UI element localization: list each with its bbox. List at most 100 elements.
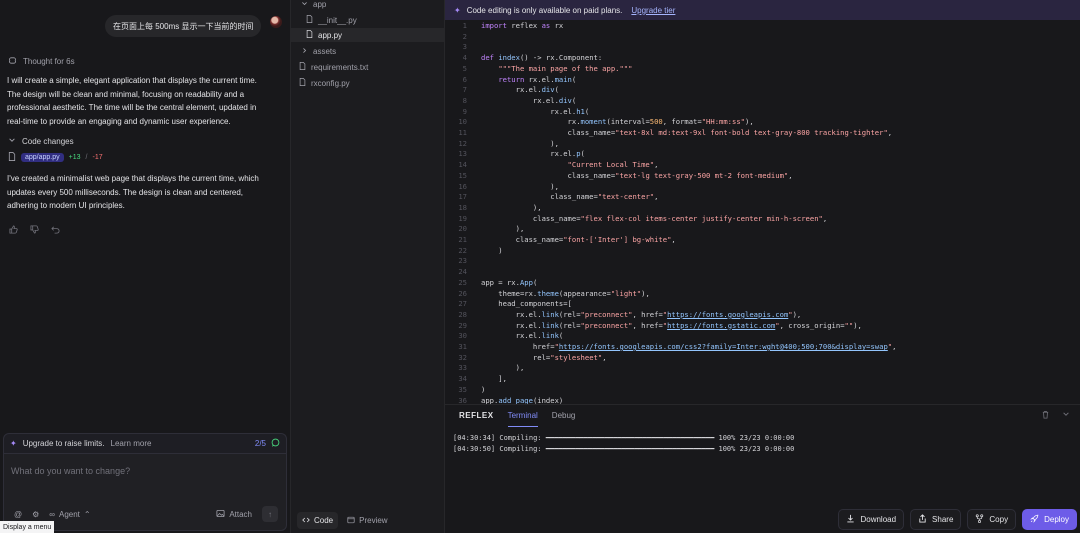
at-mention-icon[interactable]: @ bbox=[14, 510, 22, 519]
prompt-input-box[interactable]: What do you want to change? @ ⚙ ∞ Agent … bbox=[3, 453, 287, 531]
code-line[interactable]: 18 ), bbox=[445, 203, 1080, 214]
code-line[interactable]: 3 bbox=[445, 42, 1080, 53]
code-line[interactable]: 36 app.add_page(index) bbox=[445, 396, 1080, 405]
line-number: 4 bbox=[462, 53, 467, 63]
tree-item-rxconfig[interactable]: rxconfig.py bbox=[291, 76, 444, 90]
code-line[interactable]: 1 import reflex as rx bbox=[445, 21, 1080, 32]
tab-code[interactable]: Code bbox=[297, 512, 339, 529]
line-number: 7 bbox=[462, 85, 467, 95]
line-number: 10 bbox=[458, 117, 467, 127]
line-number: 34 bbox=[458, 374, 467, 384]
user-message: 在页面上每 500ms 显示一下当前的时间 bbox=[105, 15, 262, 37]
code-text: app = rx.App( bbox=[481, 277, 538, 287]
code-line[interactable]: 13 rx.el.p( bbox=[445, 149, 1080, 160]
assistant-summary: I've created a minimalist web page that … bbox=[7, 174, 259, 210]
code-line[interactable]: 19 class_name="flex flex-col items-cente… bbox=[445, 214, 1080, 225]
code-line[interactable]: 5 """The main page of the app.""" bbox=[445, 64, 1080, 75]
code-line[interactable]: 34 ], bbox=[445, 374, 1080, 385]
agent-label: Agent bbox=[59, 509, 80, 519]
code-text: class_name="font-['Inter'] bg-white", bbox=[481, 235, 676, 244]
line-number: 14 bbox=[458, 160, 467, 170]
copy-button[interactable]: Copy bbox=[967, 509, 1017, 530]
code-line[interactable]: 31 href="https://fonts.googleapis.com/cs… bbox=[445, 342, 1080, 353]
code-line[interactable]: 27 head_components=[ bbox=[445, 299, 1080, 310]
chevron-down-icon[interactable] bbox=[1062, 410, 1070, 421]
code-line[interactable]: 8 rx.el.div( bbox=[445, 96, 1080, 107]
code-line[interactable]: 12 ), bbox=[445, 139, 1080, 150]
chat-bubble-icon[interactable] bbox=[271, 438, 280, 449]
trash-icon[interactable] bbox=[1041, 410, 1050, 421]
code-line[interactable]: 17 class_name="text-center", bbox=[445, 192, 1080, 203]
code-line[interactable]: 11 class_name="text-8xl md:text-9xl font… bbox=[445, 128, 1080, 139]
thumbs-down-icon[interactable] bbox=[30, 225, 39, 236]
line-number: 3 bbox=[462, 42, 467, 52]
avatar[interactable] bbox=[270, 16, 282, 28]
code-line[interactable]: 30 rx.el.link( bbox=[445, 331, 1080, 342]
tree-item-app[interactable]: app bbox=[291, 0, 444, 11]
upgrade-text: Upgrade to raise limits. bbox=[22, 439, 105, 448]
code-text: rx.el.div( bbox=[481, 95, 577, 105]
thumbs-up-icon[interactable] bbox=[9, 225, 18, 236]
learn-more-link[interactable]: Learn more bbox=[111, 439, 152, 448]
code-text: theme=rx.theme(appearance="light"), bbox=[481, 288, 650, 298]
download-button[interactable]: Download bbox=[838, 509, 905, 530]
code-line[interactable]: 29 rx.el.link(rel="preconnect", href="ht… bbox=[445, 321, 1080, 332]
code-line[interactable]: 32 rel="stylesheet", bbox=[445, 353, 1080, 364]
thought-indicator[interactable]: Thought for 6s bbox=[8, 56, 75, 67]
code-line[interactable]: 20 ), bbox=[445, 224, 1080, 235]
code-line[interactable]: 22 ) bbox=[445, 246, 1080, 257]
code-changes-toggle[interactable]: Code changes bbox=[8, 136, 74, 146]
code-text: return rx.el.main( bbox=[498, 74, 577, 84]
code-text: ), bbox=[481, 202, 542, 212]
terminal-log-line: [04:30:34] Compiling: ━━━━━━━━━━━━━━━━━━… bbox=[453, 434, 795, 442]
share-button[interactable]: Share bbox=[910, 509, 962, 530]
upgrade-tier-link[interactable]: Upgrade tier bbox=[631, 6, 675, 15]
code-line[interactable]: 14 "Current Local Time", bbox=[445, 160, 1080, 171]
tree-item-requirements[interactable]: requirements.txt bbox=[291, 60, 444, 74]
tab-code-label: Code bbox=[314, 516, 334, 525]
code-line[interactable]: 4 def index() -> rx.Component: bbox=[445, 53, 1080, 64]
undo-icon[interactable] bbox=[51, 225, 60, 236]
code-line[interactable]: 7 rx.el.div( bbox=[445, 85, 1080, 96]
tab-terminal[interactable]: Terminal bbox=[507, 405, 538, 427]
code-text: ], bbox=[481, 374, 507, 384]
code-text: class_name="text-lg text-gray-500 mt-2 f… bbox=[481, 170, 793, 180]
tab-debug[interactable]: Debug bbox=[552, 405, 576, 427]
settings-icon[interactable]: ⚙ bbox=[32, 510, 39, 519]
changed-file-name[interactable]: app/app.py bbox=[21, 153, 64, 162]
code-text: ), bbox=[481, 224, 525, 234]
code-line[interactable]: 33 ), bbox=[445, 363, 1080, 374]
code-line[interactable]: 2 bbox=[445, 32, 1080, 43]
tree-item-init[interactable]: __init__.py bbox=[291, 13, 444, 27]
code-text: import reflex as rx bbox=[481, 21, 564, 30]
download-icon bbox=[846, 514, 855, 525]
send-button[interactable]: ↑ bbox=[262, 506, 278, 522]
agent-selector[interactable]: ∞ Agent ⌃ bbox=[49, 510, 90, 519]
changed-file-row[interactable]: app/app.py +13 / -17 bbox=[8, 152, 103, 163]
usage-count: 2/5 bbox=[254, 439, 266, 448]
code-line[interactable]: 24 bbox=[445, 267, 1080, 278]
attach-button[interactable]: Attach bbox=[216, 509, 252, 520]
code-line[interactable]: 23 bbox=[445, 256, 1080, 267]
sparkle-icon: ✦ bbox=[454, 5, 461, 15]
code-line[interactable]: 25 app = rx.App( bbox=[445, 278, 1080, 289]
code-line[interactable]: 26 theme=rx.theme(appearance="light"), bbox=[445, 289, 1080, 300]
arrow-up-icon: ↑ bbox=[268, 509, 272, 519]
code-line[interactable]: 10 rx.moment(interval=500, format="HH:mm… bbox=[445, 117, 1080, 128]
code-line[interactable]: 16 ), bbox=[445, 182, 1080, 193]
deploy-button[interactable]: Deploy bbox=[1022, 509, 1077, 530]
tab-preview[interactable]: Preview bbox=[342, 512, 392, 529]
code-line[interactable]: 35) bbox=[445, 385, 1080, 396]
code-line[interactable]: 15 class_name="text-lg text-gray-500 mt-… bbox=[445, 171, 1080, 182]
code-line[interactable]: 21 class_name="font-['Inter'] bg-white", bbox=[445, 235, 1080, 246]
line-number: 23 bbox=[458, 256, 467, 266]
tree-item-app-py[interactable]: app.py bbox=[291, 28, 444, 42]
tree-item-assets[interactable]: assets bbox=[291, 44, 444, 58]
prompt-input[interactable]: What do you want to change? bbox=[11, 466, 130, 476]
code-line[interactable]: 6 return rx.el.main( bbox=[445, 75, 1080, 86]
input-toolbar: @ ⚙ ∞ Agent ⌃ Attach ↑ bbox=[14, 506, 278, 522]
code-line[interactable]: 9 rx.el.h1( bbox=[445, 107, 1080, 118]
code-editor[interactable]: 1 import reflex as rx 2 3 4 def index() -> rx… bbox=[445, 21, 1080, 404]
code-line[interactable]: 28 rx.el.link(rel="preconnect", href="ht… bbox=[445, 310, 1080, 321]
line-number: 22 bbox=[458, 245, 467, 255]
